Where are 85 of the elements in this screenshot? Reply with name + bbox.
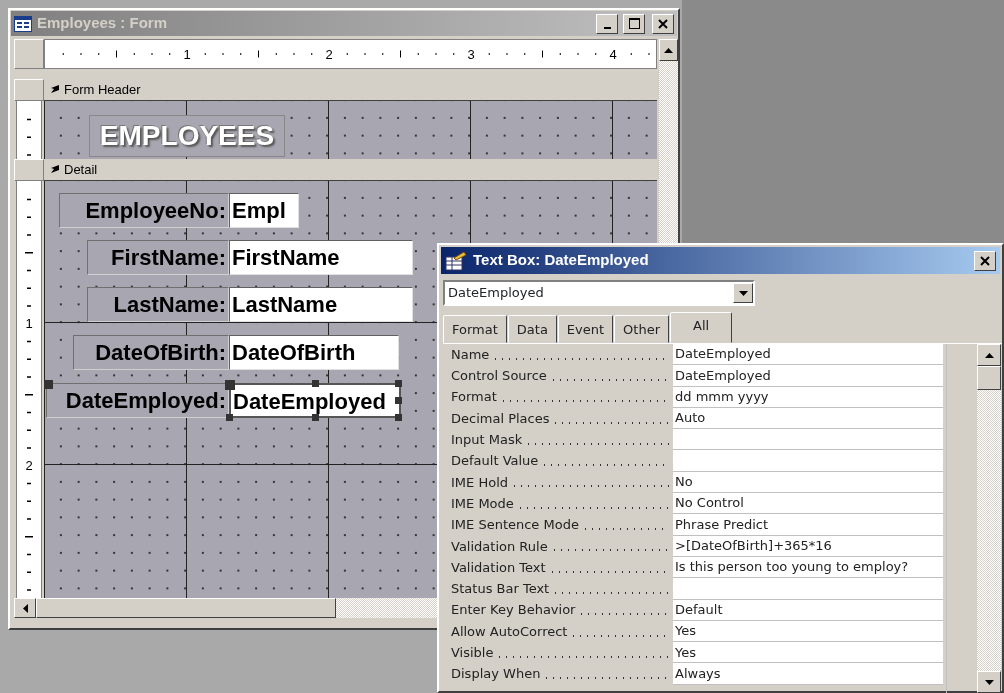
tab[interactable]: Format bbox=[443, 314, 507, 343]
tab[interactable]: Other bbox=[614, 314, 670, 343]
close-button[interactable] bbox=[974, 250, 996, 271]
property-name: Input Mask bbox=[451, 431, 523, 450]
minimize-button[interactable] bbox=[596, 13, 618, 34]
ruler-number: 4 bbox=[609, 47, 617, 62]
property-value[interactable]: Default bbox=[673, 599, 943, 621]
text-box[interactable]: LastName bbox=[229, 287, 413, 322]
property-name: IME Sentence Mode bbox=[451, 516, 579, 535]
vertical-scrollbar[interactable] bbox=[977, 344, 1001, 693]
scroll-down-icon bbox=[984, 679, 994, 685]
property-name: Control Source bbox=[451, 367, 547, 386]
scroll-up-icon bbox=[984, 352, 994, 358]
property-name: Name bbox=[451, 345, 490, 364]
close-icon bbox=[980, 255, 990, 266]
maximize-icon bbox=[628, 18, 640, 29]
property-name: IME Hold bbox=[451, 473, 508, 492]
resize-handle[interactable] bbox=[44, 380, 53, 389]
minimize-icon bbox=[603, 26, 611, 29]
close-button[interactable] bbox=[652, 13, 674, 34]
resize-handle[interactable] bbox=[395, 414, 402, 421]
property-name: Validation Rule bbox=[451, 537, 548, 556]
resize-handle[interactable] bbox=[225, 380, 235, 390]
section-selector[interactable] bbox=[14, 159, 44, 181]
field-label[interactable]: EmployeeNo: bbox=[59, 193, 229, 228]
resize-handle[interactable] bbox=[226, 414, 233, 421]
property-name: Visible bbox=[451, 644, 494, 663]
section-selector[interactable] bbox=[14, 79, 44, 101]
form-selector[interactable] bbox=[14, 39, 44, 69]
ruler-number: 2 bbox=[25, 458, 33, 473]
text-box[interactable]: DateEmployed bbox=[229, 383, 401, 418]
property-value[interactable]: Auto bbox=[673, 407, 943, 430]
window-title: Employees : Form bbox=[37, 13, 168, 34]
field-label[interactable]: DateEmployed: bbox=[46, 383, 229, 418]
close-icon bbox=[658, 18, 668, 29]
property-value[interactable]: DateEmployed bbox=[673, 365, 943, 387]
object-dropdown[interactable]: DateEmployed bbox=[443, 280, 755, 306]
field-label[interactable]: DateOfBirth: bbox=[73, 335, 229, 370]
resize-handle[interactable] bbox=[312, 380, 319, 387]
tab[interactable]: All bbox=[670, 311, 733, 343]
resize-handle[interactable] bbox=[395, 397, 402, 404]
property-name: Format bbox=[451, 388, 497, 407]
section-arrow-icon bbox=[50, 85, 60, 94]
maximize-button[interactable] bbox=[623, 13, 645, 34]
property-value[interactable]: Is this person too young to employ? bbox=[673, 556, 943, 579]
property-value[interactable]: dd mmm yyyy bbox=[673, 386, 943, 408]
property-value[interactable]: DateEmployed bbox=[673, 344, 943, 366]
tab[interactable]: Event bbox=[557, 314, 614, 343]
header-label: EMPLOYEES bbox=[89, 115, 285, 157]
resize-handle[interactable] bbox=[312, 414, 319, 421]
text-box[interactable]: Empl bbox=[229, 193, 299, 228]
form-icon bbox=[14, 15, 32, 32]
property-name: Status Bar Text bbox=[451, 580, 550, 599]
property-name: Enter Key Behavior bbox=[451, 601, 576, 620]
property-value[interactable]: Yes bbox=[673, 642, 943, 664]
field-label[interactable]: LastName: bbox=[87, 287, 229, 322]
property-name: Validation Text bbox=[451, 558, 546, 577]
property-name: Default Value bbox=[451, 452, 539, 471]
window-title: Text Box: DateEmployed bbox=[473, 250, 650, 271]
property-name: Decimal Places bbox=[451, 409, 550, 428]
section-arrow-icon bbox=[50, 165, 60, 174]
ruler-number: 1 bbox=[25, 316, 33, 331]
property-value[interactable]: Phrase Predict bbox=[673, 514, 943, 536]
property-value[interactable]: Always bbox=[673, 663, 943, 685]
scroll-left-icon bbox=[22, 603, 28, 613]
property-value[interactable]: Yes bbox=[673, 620, 943, 643]
property-name: Allow AutoCorrect bbox=[451, 622, 568, 641]
property-name: IME Mode bbox=[451, 494, 514, 513]
scroll-up-icon bbox=[664, 47, 673, 53]
property-name: Display When bbox=[451, 665, 541, 684]
property-value[interactable]: No bbox=[673, 471, 943, 494]
ruler-number: 2 bbox=[325, 47, 333, 62]
scroll-thumb[interactable] bbox=[977, 366, 1001, 390]
property-value[interactable]: No Control bbox=[673, 493, 943, 515]
tab[interactable]: Data bbox=[507, 314, 557, 343]
scroll-thumb[interactable] bbox=[36, 598, 336, 618]
text-box[interactable]: DateOfBirth bbox=[229, 335, 399, 370]
property-value[interactable]: >[DateOfBirth]+365*16 bbox=[673, 535, 943, 557]
dropdown-arrow-icon bbox=[738, 290, 748, 296]
resize-handle[interactable] bbox=[395, 380, 402, 387]
ruler-number: 3 bbox=[467, 47, 475, 62]
text-box[interactable]: FirstName bbox=[229, 240, 413, 275]
field-label[interactable]: FirstName: bbox=[87, 240, 229, 275]
ruler-number: 1 bbox=[183, 47, 191, 62]
property-sheet-icon bbox=[445, 250, 467, 271]
